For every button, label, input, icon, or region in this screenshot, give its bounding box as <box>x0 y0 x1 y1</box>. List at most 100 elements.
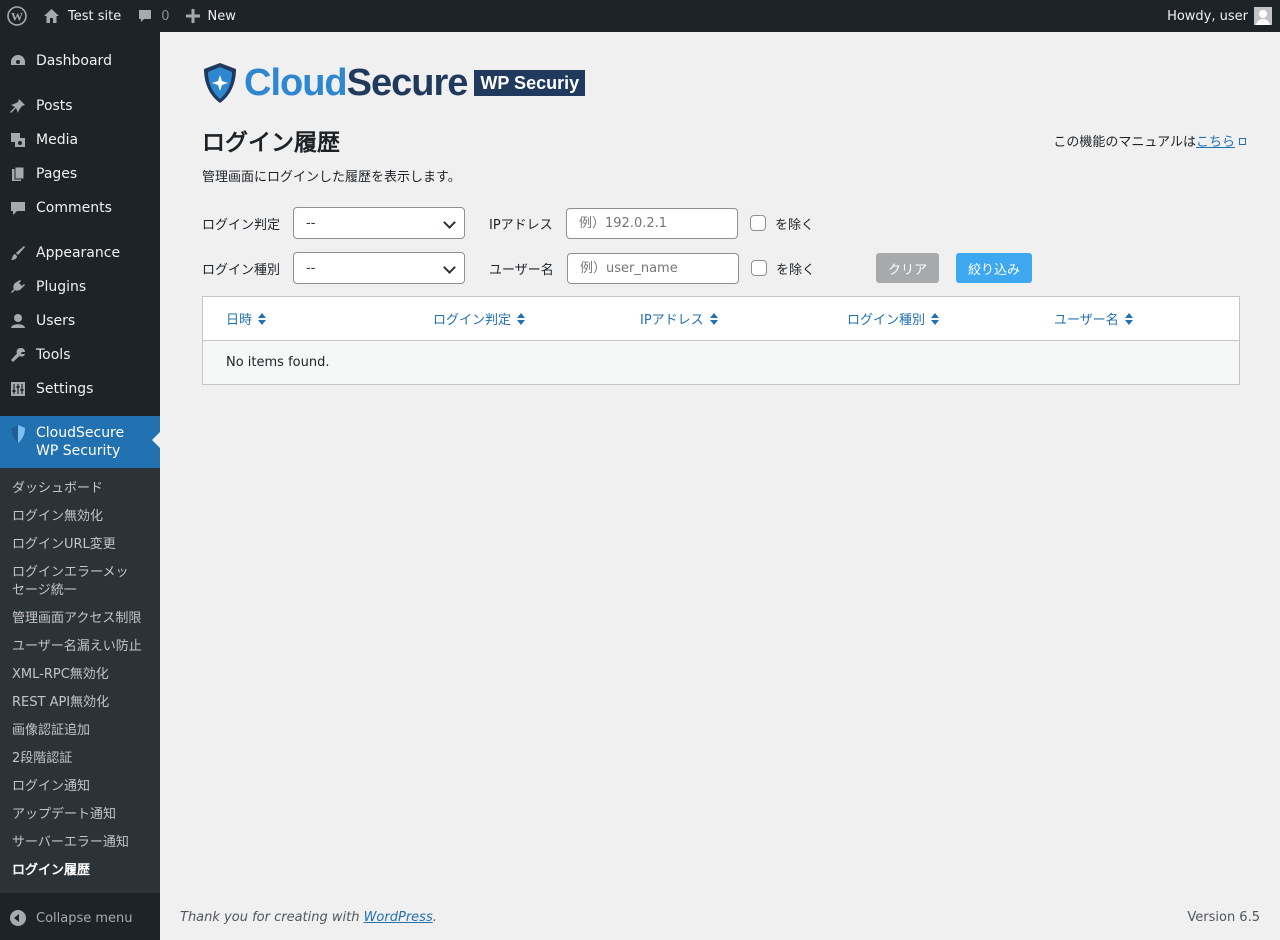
ip-label: IPアドレス <box>489 217 553 233</box>
submenu-item[interactable]: REST API無効化 <box>0 689 160 717</box>
cloudsecure-logo: CloudSecure WP Securiy <box>202 62 586 104</box>
username-label: ユーザー名 <box>489 262 554 278</box>
sort-icon <box>517 312 526 325</box>
login-type-select[interactable]: -- <box>293 252 465 284</box>
version-text: Version 6.5 <box>1187 910 1260 925</box>
cloudsecure-submenu: ダッシュボード ログイン無効化 ログインURL変更 ログインエラーメッセージ統一… <box>0 468 160 893</box>
menu-tools[interactable]: Tools <box>0 338 160 372</box>
user-icon <box>10 313 26 329</box>
menu-label: Comments <box>36 200 112 216</box>
manual-link-area: この機能のマニュアルはこちら <box>1053 131 1246 150</box>
column-label: ユーザー名 <box>1054 313 1119 328</box>
login-result-label: ログイン判定 <box>202 217 281 233</box>
menu-posts[interactable]: Posts <box>0 89 160 123</box>
collapse-label: Collapse menu <box>36 910 133 926</box>
pin-icon <box>10 98 26 114</box>
column-label: IPアドレス <box>640 313 704 328</box>
menu-label: Users <box>36 313 76 329</box>
filter-button[interactable]: 絞り込み <box>956 253 1033 283</box>
wordpress-logo-button[interactable]: W <box>0 0 35 32</box>
username-exclude-label: を除く <box>776 262 816 278</box>
plus-icon <box>185 9 200 23</box>
brush-icon <box>10 245 26 261</box>
menu-label: Pages <box>36 166 78 182</box>
submenu-item[interactable]: ログイン通知 <box>0 773 160 801</box>
ip-exclude-label: を除く <box>775 217 815 233</box>
column-ip-address[interactable]: IPアドレス <box>617 309 824 328</box>
collapse-icon <box>10 910 26 926</box>
pages-icon <box>10 166 26 182</box>
page-description: 管理画面にログインした履歴を表示します。 <box>202 170 461 185</box>
column-datetime[interactable]: 日時 <box>203 309 410 328</box>
comment-icon <box>139 10 152 22</box>
submenu-item[interactable]: アップデート通知 <box>0 801 160 829</box>
footer: Thank you for creating with WordPress. V… <box>180 910 1260 925</box>
username-input[interactable] <box>567 252 739 284</box>
ip-input[interactable] <box>566 207 738 239</box>
external-link-icon <box>1239 138 1246 145</box>
column-login-type[interactable]: ログイン種別 <box>824 309 1031 328</box>
new-label: New <box>207 8 236 24</box>
collapse-menu-button[interactable]: Collapse menu <box>0 901 160 935</box>
menu-label: Settings <box>36 381 94 397</box>
site-name-link[interactable]: Test site <box>35 0 129 32</box>
wordpress-icon: W <box>7 6 27 26</box>
submenu-item[interactable]: 2段階認証 <box>0 745 160 773</box>
menu-media[interactable]: Media <box>0 123 160 157</box>
submenu-item[interactable]: ログインエラーメッセージ統一 <box>0 559 150 605</box>
column-label: 日時 <box>226 313 253 328</box>
menu-users[interactable]: Users <box>0 304 160 338</box>
submenu-item[interactable]: 管理画面アクセス制限 <box>0 605 160 633</box>
comment-icon <box>10 200 26 216</box>
login-type-value: -- <box>306 260 316 276</box>
wordpress-link[interactable]: WordPress <box>364 910 433 925</box>
filter-row-2: ログイン種別 -- ユーザー名 を除く クリア 絞り込み <box>202 252 1033 284</box>
plugin-icon <box>10 279 26 295</box>
username-exclude-checkbox[interactable] <box>751 260 767 276</box>
menu-appearance[interactable]: Appearance <box>0 236 160 270</box>
thanks-text: Thank you for creating with <box>180 910 364 925</box>
submenu-item[interactable]: ダッシュボード <box>0 475 160 503</box>
menu-comments[interactable]: Comments <box>0 191 160 225</box>
ip-exclude-checkbox[interactable] <box>750 215 766 231</box>
avatar <box>1254 7 1272 25</box>
login-history-table: 日時 ログイン判定 IPアドレス ログイン種別 ユーザー名 No items f… <box>202 296 1240 385</box>
manual-link[interactable]: こちら <box>1196 135 1235 150</box>
settings-icon <box>10 381 26 397</box>
menu-dashboard[interactable]: Dashboard <box>0 44 160 78</box>
menu-label: Plugins <box>36 279 87 295</box>
submenu-item[interactable]: XML-RPC無効化 <box>0 661 160 689</box>
login-result-value: -- <box>306 215 316 231</box>
menu-label: Appearance <box>36 245 121 261</box>
menu-pages[interactable]: Pages <box>0 157 160 191</box>
submenu-item[interactable]: サーバーエラー通知 <box>0 829 160 857</box>
menu-settings[interactable]: Settings <box>0 372 160 406</box>
sort-icon <box>258 312 267 325</box>
column-login-result[interactable]: ログイン判定 <box>410 309 617 328</box>
logo-badge: WP Securiy <box>474 70 586 96</box>
comments-link[interactable]: 0 <box>129 0 177 32</box>
thanks-suffix: . <box>432 910 437 925</box>
wrench-icon <box>10 347 26 363</box>
menu-cloudsecure[interactable]: CloudSecure WP Security <box>0 416 160 468</box>
table-header: 日時 ログイン判定 IPアドレス ログイン種別 ユーザー名 <box>203 297 1239 341</box>
menu-label: Posts <box>36 98 73 114</box>
svg-text:W: W <box>11 10 23 24</box>
submenu-item-current[interactable]: ログイン履歴 <box>0 857 160 885</box>
new-content-button[interactable]: New <box>178 0 244 32</box>
menu-plugins[interactable]: Plugins <box>0 270 160 304</box>
menu-label: Tools <box>36 347 71 363</box>
submenu-item[interactable]: ログインURL変更 <box>0 531 160 559</box>
submenu-item[interactable]: 画像認証追加 <box>0 717 160 745</box>
manual-prefix: この機能のマニュアルは <box>1053 135 1196 150</box>
filter-row-1: ログイン判定 -- IPアドレス を除く <box>202 207 814 239</box>
column-username[interactable]: ユーザー名 <box>1031 309 1238 328</box>
menu-label: Media <box>36 132 79 148</box>
login-result-select[interactable]: -- <box>293 207 465 239</box>
submenu-item[interactable]: ユーザー名漏えい防止 <box>0 633 160 661</box>
clear-button[interactable]: クリア <box>876 253 940 283</box>
submenu-item[interactable]: ログイン無効化 <box>0 503 160 531</box>
my-account[interactable]: Howdy, user <box>1167 7 1280 25</box>
empty-message: No items found. <box>226 355 330 370</box>
site-name: Test site <box>68 8 122 24</box>
